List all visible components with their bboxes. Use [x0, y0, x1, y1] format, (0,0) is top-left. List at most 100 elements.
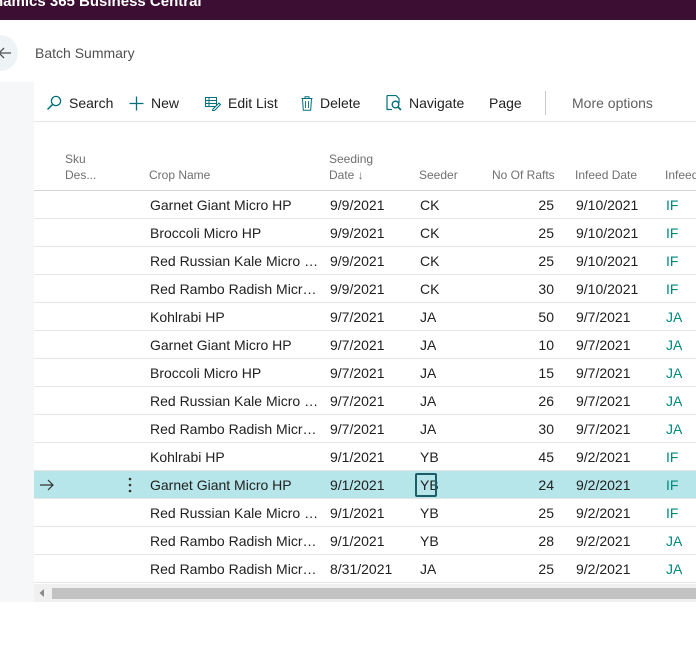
rafts-cell[interactable]: 25 — [474, 219, 554, 247]
column-header-sku[interactable]: Sku Des... — [65, 151, 96, 183]
column-header-infeed-by[interactable]: Infeed — [665, 167, 696, 183]
table-row[interactable]: Red Rambo Radish Micro ... 9/7/2021 JA 30 9/… — [34, 415, 696, 443]
rafts-cell[interactable]: 30 — [474, 275, 554, 303]
infeed-date-cell[interactable]: 9/7/2021 — [576, 331, 631, 359]
new-button[interactable]: New — [129, 93, 179, 113]
crop-name-cell[interactable]: Red Rambo Radish Micro ... — [150, 275, 322, 303]
seeder-cell[interactable]: JA — [420, 387, 436, 415]
scrollbar-thumb[interactable] — [52, 588, 696, 599]
infeed-by-cell[interactable]: IF — [666, 471, 678, 499]
table-row[interactable]: Garnet Giant Micro HP 9/7/2021 JA 10 9/7/202… — [34, 331, 696, 359]
infeed-date-cell[interactable]: 9/7/2021 — [576, 415, 631, 443]
crop-name-cell[interactable]: Broccoli Micro HP — [150, 219, 322, 247]
page-menu-button[interactable]: Page — [489, 93, 522, 113]
infeed-by-cell[interactable]: IF — [666, 219, 678, 247]
seeding-date-cell[interactable]: 9/1/2021 — [330, 471, 385, 499]
crop-name-cell[interactable]: Red Russian Kale Micro HP — [150, 247, 322, 275]
infeed-date-cell[interactable]: 9/10/2021 — [576, 275, 638, 303]
seeding-date-cell[interactable]: 8/31/2021 — [330, 555, 392, 583]
seeder-cell[interactable]: CK — [420, 275, 439, 303]
table-row[interactable]: Garnet Giant Micro HP 9/1/2021 YB 24 9/2/202… — [34, 471, 696, 499]
infeed-by-cell[interactable]: JA — [666, 555, 682, 583]
crop-name-cell[interactable]: Red Russian Kale Micro HP — [150, 387, 322, 415]
seeding-date-cell[interactable]: 9/9/2021 — [330, 219, 385, 247]
infeed-by-cell[interactable]: JA — [666, 331, 682, 359]
infeed-date-cell[interactable]: 9/2/2021 — [576, 499, 631, 527]
rafts-cell[interactable]: 25 — [474, 247, 554, 275]
rafts-cell[interactable]: 25 — [474, 191, 554, 219]
crop-name-cell[interactable]: Garnet Giant Micro HP — [150, 191, 322, 219]
seeder-cell[interactable]: YB — [420, 527, 439, 555]
seeder-cell[interactable]: YB — [420, 443, 439, 471]
seeding-date-cell[interactable]: 9/1/2021 — [330, 499, 385, 527]
infeed-date-cell[interactable]: 9/7/2021 — [576, 303, 631, 331]
more-options-button[interactable]: More options — [572, 93, 653, 113]
seeding-date-cell[interactable]: 9/9/2021 — [330, 191, 385, 219]
back-button[interactable] — [0, 35, 18, 71]
rafts-cell[interactable]: 25 — [474, 499, 554, 527]
seeder-cell[interactable]: JA — [420, 331, 436, 359]
column-header-crop-name[interactable]: Crop Name — [149, 167, 210, 183]
horizontal-scrollbar[interactable] — [34, 584, 696, 602]
seeding-date-cell[interactable]: 9/9/2021 — [330, 247, 385, 275]
seeder-cell[interactable]: JA — [420, 415, 436, 443]
crop-name-cell[interactable]: Red Russian Kale Micro HP — [150, 499, 322, 527]
crop-name-cell[interactable]: Garnet Giant Micro HP — [150, 331, 322, 359]
infeed-by-cell[interactable]: IF — [666, 443, 678, 471]
infeed-by-cell[interactable]: IF — [666, 247, 678, 275]
infeed-date-cell[interactable]: 9/2/2021 — [576, 527, 631, 555]
infeed-date-cell[interactable]: 9/2/2021 — [576, 443, 631, 471]
seeding-date-cell[interactable]: 9/1/2021 — [330, 527, 385, 555]
infeed-by-cell[interactable]: JA — [666, 415, 682, 443]
column-header-infeed-date[interactable]: Infeed Date — [575, 167, 637, 183]
infeed-by-cell[interactable]: JA — [666, 359, 682, 387]
table-row[interactable]: Kohlrabi HP 9/1/2021 YB 45 9/2/2021 IF — [34, 443, 696, 471]
seeder-cell[interactable]: CK — [420, 219, 439, 247]
search-button[interactable]: Search — [46, 93, 113, 113]
table-row[interactable]: Broccoli Micro HP 9/7/2021 JA 15 9/7/2021 JA — [34, 359, 696, 387]
crop-name-cell[interactable]: Red Rambo Radish Micro ... — [150, 415, 322, 443]
column-header-seeder[interactable]: Seeder — [419, 167, 458, 183]
infeed-date-cell[interactable]: 9/10/2021 — [576, 191, 638, 219]
crop-name-cell[interactable]: Kohlrabi HP — [150, 443, 322, 471]
seeding-date-cell[interactable]: 9/7/2021 — [330, 303, 385, 331]
table-row[interactable]: Garnet Giant Micro HP 9/9/2021 CK 25 9/10/20… — [34, 191, 696, 219]
rafts-cell[interactable]: 45 — [474, 443, 554, 471]
table-row[interactable]: Kohlrabi HP 9/7/2021 JA 50 9/7/2021 JA — [34, 303, 696, 331]
crop-name-cell[interactable]: Kohlrabi HP — [150, 303, 322, 331]
rafts-cell[interactable]: 26 — [474, 387, 554, 415]
crop-name-cell[interactable]: Red Rambo Radish Micro ... — [150, 527, 322, 555]
infeed-by-cell[interactable]: JA — [666, 303, 682, 331]
seeding-date-cell[interactable]: 9/7/2021 — [330, 387, 385, 415]
table-row[interactable]: Red Russian Kale Micro HP 9/9/2021 CK 25 9/1… — [34, 247, 696, 275]
crop-name-cell[interactable]: Garnet Giant Micro HP — [150, 471, 322, 499]
table-row[interactable]: Red Rambo Radish Micro ... 9/9/2021 CK 30 9/… — [34, 275, 696, 303]
infeed-by-cell[interactable]: IF — [666, 191, 678, 219]
seeder-cell[interactable]: JA — [420, 303, 436, 331]
seeding-date-cell[interactable]: 9/7/2021 — [330, 359, 385, 387]
infeed-by-cell[interactable]: JA — [666, 387, 682, 415]
infeed-date-cell[interactable]: 9/10/2021 — [576, 247, 638, 275]
row-actions-icon[interactable] — [127, 476, 133, 494]
infeed-date-cell[interactable]: 9/2/2021 — [576, 471, 631, 499]
table-row[interactable]: Red Russian Kale Micro HP 9/1/2021 YB 25 9/2… — [34, 499, 696, 527]
rafts-cell[interactable]: 28 — [474, 527, 554, 555]
rafts-cell[interactable]: 15 — [474, 359, 554, 387]
table-row[interactable]: Broccoli Micro HP 9/9/2021 CK 25 9/10/2021 IF — [34, 219, 696, 247]
delete-button[interactable]: Delete — [301, 93, 360, 113]
seeder-cell[interactable]: JA — [420, 359, 436, 387]
infeed-by-cell[interactable]: JA — [666, 527, 682, 555]
rafts-cell[interactable]: 10 — [474, 331, 554, 359]
edit-list-button[interactable]: Edit List — [205, 93, 278, 113]
rafts-cell[interactable]: 24 — [474, 471, 554, 499]
seeding-date-cell[interactable]: 9/7/2021 — [330, 331, 385, 359]
crop-name-cell[interactable]: Broccoli Micro HP — [150, 359, 322, 387]
seeder-cell[interactable]: CK — [420, 247, 439, 275]
seeder-cell[interactable]: CK — [420, 191, 439, 219]
infeed-date-cell[interactable]: 9/7/2021 — [576, 359, 631, 387]
column-header-seeding-date[interactable]: Seeding Date ↓ — [329, 151, 373, 183]
seeder-cell[interactable]: JA — [420, 555, 436, 583]
infeed-by-cell[interactable]: IF — [666, 275, 678, 303]
table-row[interactable]: Red Russian Kale Micro HP 9/7/2021 JA 26 9/7… — [34, 387, 696, 415]
navigate-button[interactable]: Navigate — [386, 93, 464, 113]
